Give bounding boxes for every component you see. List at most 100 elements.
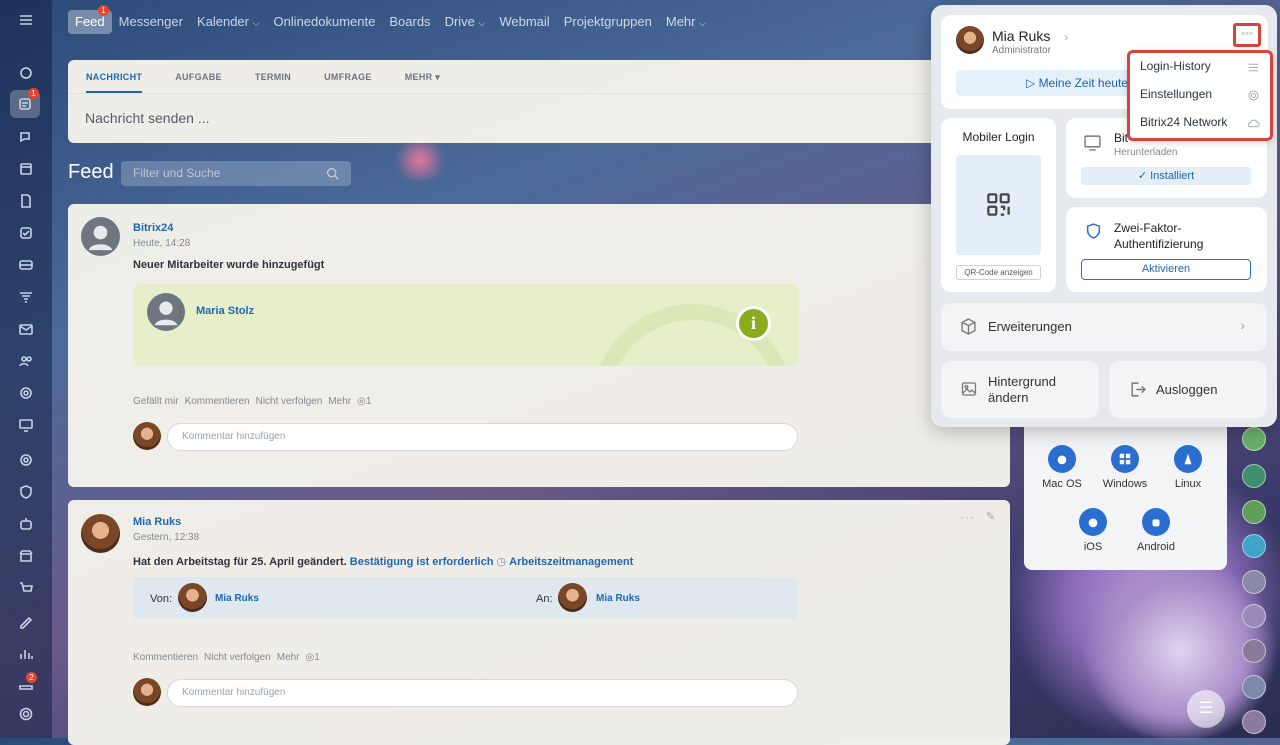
comment-input[interactable]: Kommentar hinzufügen bbox=[167, 423, 798, 451]
store-icon[interactable] bbox=[16, 546, 36, 566]
target-icon[interactable] bbox=[16, 450, 36, 470]
right-avatar[interactable] bbox=[1242, 570, 1266, 594]
more-button[interactable]: Mehr bbox=[277, 652, 300, 663]
filter-search-input[interactable]: Filter und Suche bbox=[121, 161, 351, 186]
top-navigation: Feed 1 Messenger Kalender ⌵ Onlinedokumen… bbox=[68, 5, 713, 34]
right-avatar[interactable] bbox=[1242, 500, 1266, 524]
profile-name[interactable]: Mia Ruks › bbox=[992, 28, 1068, 44]
profile-avatar[interactable] bbox=[956, 26, 984, 54]
show-qr-button[interactable]: QR-Code anzeigen bbox=[956, 265, 1041, 280]
post-time[interactable]: Gestern, 12:38 bbox=[133, 532, 199, 543]
tab-message[interactable]: NACHRICHT bbox=[86, 72, 143, 93]
profile-role: Administrator bbox=[992, 45, 1051, 56]
cloud-icon bbox=[1247, 119, 1260, 128]
comment-input[interactable]: Kommentar hinzufügen bbox=[167, 679, 798, 707]
chat-bubble-icon[interactable]: ☰ bbox=[1187, 690, 1225, 728]
extensions-button[interactable]: Erweiterungen › bbox=[941, 303, 1267, 351]
nav-feed[interactable]: Feed 1 bbox=[68, 5, 112, 34]
post-author[interactable]: Mia Ruks bbox=[133, 516, 181, 528]
groups-icon[interactable] bbox=[16, 351, 36, 371]
post-author[interactable]: Bitrix24 bbox=[133, 222, 173, 234]
comment-button[interactable]: Kommentieren bbox=[185, 396, 250, 407]
timeman-link[interactable]: Arbeitszeitmanagement bbox=[509, 556, 633, 568]
tab-poll[interactable]: UMFRAGE bbox=[324, 72, 372, 93]
tasks-icon[interactable] bbox=[16, 223, 36, 243]
shield-nav-icon[interactable] bbox=[16, 482, 36, 502]
nav-project-groups[interactable]: Projektgruppen bbox=[557, 10, 659, 34]
chevron-right-icon: › bbox=[1240, 317, 1245, 333]
nav-more[interactable]: Mehr ⌵ bbox=[659, 10, 713, 34]
menu-item-settings[interactable]: Einstellungen bbox=[1140, 87, 1212, 101]
desktop-app-title: Bit bbox=[1114, 131, 1129, 145]
more-options-button[interactable]: ◦◦◦ bbox=[1233, 23, 1261, 47]
post-time[interactable]: Heute, 14:28 bbox=[133, 238, 190, 249]
change-background-button[interactable]: Hintergrund ändern bbox=[941, 361, 1099, 418]
image-icon bbox=[961, 382, 977, 396]
activity-icon[interactable] bbox=[16, 63, 36, 83]
download-ios[interactable]: iOS bbox=[1063, 508, 1123, 553]
from-name[interactable]: Mia Ruks bbox=[215, 593, 259, 604]
chevron-right-icon: › bbox=[1064, 30, 1069, 44]
download-linux[interactable]: Linux bbox=[1158, 445, 1218, 490]
options-dropdown-menu: Login-History Einstellungen Bitrix24 Net… bbox=[1127, 50, 1273, 141]
nav-calendar[interactable]: Kalender ⌵ bbox=[190, 10, 267, 34]
nav-online-documents[interactable]: Onlinedokumente bbox=[266, 10, 382, 34]
presentation-icon[interactable] bbox=[16, 415, 36, 435]
right-avatar[interactable] bbox=[1242, 534, 1266, 558]
nav-boards[interactable]: Boards bbox=[382, 10, 437, 34]
from-label: Von: bbox=[150, 593, 173, 605]
right-avatar[interactable] bbox=[1242, 427, 1266, 451]
logout-button[interactable]: Ausloggen bbox=[1109, 361, 1267, 418]
post-card bbox=[68, 500, 1010, 745]
unfollow-button[interactable]: Nicht verfolgen bbox=[204, 652, 271, 663]
nav-webmail[interactable]: Webmail bbox=[492, 10, 556, 34]
comment-button[interactable]: Kommentieren bbox=[133, 652, 198, 663]
analytics-icon[interactable] bbox=[16, 644, 36, 664]
menu-item-bitrix24-network[interactable]: Bitrix24 Network bbox=[1140, 115, 1227, 129]
chevron-down-icon: ⌵ bbox=[252, 18, 260, 28]
employee-avatar bbox=[147, 293, 185, 331]
download-windows[interactable]: Windows bbox=[1095, 445, 1155, 490]
right-avatar[interactable] bbox=[1242, 464, 1266, 488]
settings-circle-icon[interactable] bbox=[16, 383, 36, 403]
pin-icon[interactable]: ✎ bbox=[986, 510, 995, 523]
right-avatar[interactable] bbox=[1242, 604, 1266, 628]
right-avatar[interactable] bbox=[1242, 675, 1266, 699]
right-avatar[interactable] bbox=[1242, 639, 1266, 663]
download-macos[interactable]: Mac OS bbox=[1032, 445, 1092, 490]
menu-icon[interactable] bbox=[16, 10, 36, 30]
feed-nav-icon[interactable]: 1 bbox=[10, 88, 40, 118]
post-menu-icon[interactable]: ··· bbox=[960, 510, 975, 524]
nav-messenger[interactable]: Messenger bbox=[112, 10, 190, 34]
robot-icon[interactable] bbox=[16, 514, 36, 534]
confirmation-link[interactable]: Bestätigung ist erforderlich bbox=[350, 556, 494, 568]
package-icon bbox=[961, 318, 976, 335]
mail-icon[interactable] bbox=[16, 319, 36, 339]
like-button[interactable]: Gefällt mir bbox=[133, 396, 179, 407]
unfollow-button[interactable]: Nicht verfolgen bbox=[256, 396, 323, 407]
download-android[interactable]: Android bbox=[1126, 508, 1186, 553]
sign-icon[interactable] bbox=[16, 611, 36, 631]
right-avatar[interactable] bbox=[1242, 710, 1266, 734]
chat-icon[interactable] bbox=[16, 127, 36, 147]
filter-icon[interactable] bbox=[16, 287, 36, 307]
more-apps-icon[interactable]: 2 bbox=[16, 672, 37, 694]
worktime-button[interactable]: ▷ Meine Zeit heute bbox=[956, 70, 1134, 96]
employee-name[interactable]: Maria Stolz bbox=[196, 305, 254, 317]
to-name[interactable]: Mia Ruks bbox=[596, 593, 640, 604]
tab-event[interactable]: TERMIN bbox=[255, 72, 291, 93]
nav-drive[interactable]: Drive ⌵ bbox=[438, 10, 493, 34]
boards-icon[interactable] bbox=[16, 255, 36, 275]
to-label: An: bbox=[536, 593, 553, 605]
tab-more[interactable]: MEHR ▾ bbox=[405, 72, 440, 93]
document-icon[interactable] bbox=[16, 191, 36, 211]
post-text: Neuer Mitarbeiter wurde hinzugefügt bbox=[133, 259, 325, 271]
calendar-icon[interactable] bbox=[16, 159, 36, 179]
more-button[interactable]: Mehr bbox=[328, 396, 351, 407]
message-input[interactable]: Nachricht senden ... bbox=[85, 110, 210, 126]
gear-icon[interactable] bbox=[16, 704, 36, 724]
cart-icon[interactable] bbox=[16, 578, 36, 598]
menu-item-login-history[interactable]: Login-History bbox=[1140, 59, 1211, 73]
tab-task[interactable]: AUFGABE bbox=[175, 72, 222, 93]
activate-2fa-button[interactable]: Aktivieren bbox=[1081, 259, 1251, 280]
